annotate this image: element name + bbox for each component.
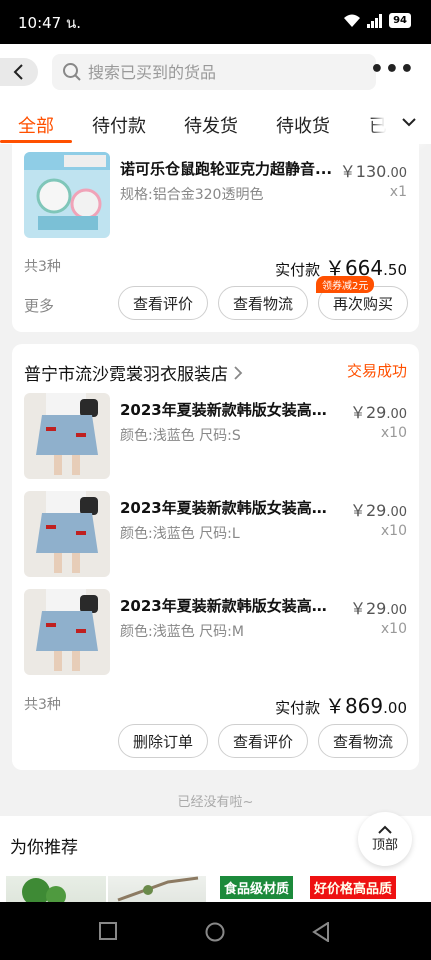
price-integer: ￥130 — [339, 162, 387, 181]
battery-icon: 94 — [389, 13, 411, 28]
tab-pending-payment[interactable]: 待付款 — [92, 112, 146, 138]
total-label: 实付款 — [275, 699, 321, 717]
recommend-product-image[interactable] — [108, 876, 206, 902]
chevron-up-icon — [378, 825, 392, 834]
end-of-list-text: 已经没有啦~ — [177, 795, 254, 810]
delete-order-button[interactable]: 删除订单 — [118, 724, 208, 758]
back-button[interactable] — [0, 58, 38, 86]
recommend-tag: 好价格高品质 — [310, 876, 397, 899]
price-integer: ￥29 — [349, 403, 387, 422]
product-title: 2023年夏装新款韩版女装高腰... — [120, 597, 340, 615]
more-options-icon[interactable]: ••• — [370, 58, 415, 82]
wifi-icon — [344, 14, 361, 27]
shop-name: 普宁市流沙霓裳羽衣服装店 — [24, 365, 228, 385]
total-decimal: .50 — [383, 261, 407, 279]
price-integer: ￥29 — [349, 599, 387, 618]
home-icon[interactable] — [205, 922, 225, 942]
order-card[interactable]: 诺可乐仓鼠跑轮亚克力超静音... 规格:铝合金320透明色 ￥130.00 x1… — [12, 144, 419, 332]
product-thumbnail[interactable] — [24, 491, 110, 577]
active-tab-indicator — [0, 140, 72, 143]
view-logistics-button[interactable]: 查看物流 — [318, 724, 408, 758]
search-input[interactable] — [88, 62, 358, 82]
product-price: ￥29.00 — [350, 399, 407, 423]
recommend-title: 为你推荐 — [10, 838, 78, 858]
product-price: ￥29.00 — [350, 595, 407, 619]
tab-pending-receipt[interactable]: 待收货 — [276, 112, 330, 138]
total-paid: 实付款 ￥869.00 — [275, 690, 407, 719]
view-review-button[interactable]: 查看评价 — [118, 286, 208, 320]
total-integer: ￥869 — [324, 694, 384, 718]
product-quantity: x10 — [380, 523, 407, 539]
search-bar[interactable] — [52, 54, 376, 90]
product-price: ￥130.00 — [340, 158, 407, 182]
tab-all[interactable]: 全部 — [18, 112, 54, 138]
coupon-badge: 领券减2元 — [316, 276, 375, 293]
product-spec: 颜色:浅蓝色 尺码:S — [120, 428, 241, 444]
order-item[interactable]: 2023年夏装新款韩版女装高腰... 颜色:浅蓝色 尺码:S ￥29.00 x1… — [12, 393, 419, 481]
chevron-right-icon — [234, 365, 243, 380]
price-decimal: .00 — [386, 407, 407, 422]
product-quantity: x10 — [380, 621, 407, 637]
price-decimal: .00 — [386, 603, 407, 618]
product-title: 诺可乐仓鼠跑轮亚克力超静音... — [120, 160, 333, 178]
denim-skirt-image — [24, 589, 110, 675]
order-tabs: 全部 待付款 待发货 待收货 已 — [0, 100, 431, 144]
recommend-products: 食品级材质 好价格高品质 — [0, 874, 431, 902]
tab-pending-shipment[interactable]: 待发货 — [184, 112, 238, 138]
plant-image — [22, 878, 66, 902]
total-decimal: .00 — [383, 699, 407, 717]
tab-more[interactable]: 已 — [369, 112, 387, 138]
order-item[interactable]: 2023年夏装新款韩版女装高腰... 颜色:浅蓝色 尺码:L ￥29.00 x1… — [12, 491, 419, 579]
search-icon — [63, 63, 81, 81]
product-quantity: x10 — [380, 425, 407, 441]
order-status: 交易成功 — [346, 362, 407, 380]
back-nav-icon[interactable] — [312, 922, 330, 942]
product-thumbnail[interactable] — [24, 152, 110, 238]
product-spec: 规格:铝合金320透明色 — [120, 187, 264, 203]
denim-skirt-image — [24, 491, 110, 577]
tabs-expand-button[interactable] — [387, 100, 431, 144]
order-item[interactable]: 诺可乐仓鼠跑轮亚克力超静音... 规格:铝合金320透明色 ￥130.00 x1 — [12, 152, 419, 240]
navigation-bar — [0, 902, 431, 960]
order-item[interactable]: 2023年夏装新款韩版女装高腰... 颜色:浅蓝色 尺码:M ￥29.00 x1… — [12, 589, 419, 677]
branch-image — [117, 876, 199, 902]
chevron-down-icon — [402, 118, 416, 127]
shop-name-link[interactable]: 普宁市流沙霓裳羽衣服装店 — [24, 360, 243, 385]
item-count: 共3种 — [24, 259, 61, 275]
product-thumbnail[interactable] — [24, 393, 110, 479]
status-icons: 94 — [343, 13, 411, 28]
back-to-top-label: 顶部 — [371, 838, 398, 853]
status-time: 10:47 น. — [18, 14, 82, 32]
recommend-tag: 食品级材质 — [220, 876, 294, 899]
more-link[interactable]: 更多 — [24, 295, 54, 316]
price-decimal: .00 — [386, 166, 407, 181]
denim-skirt-image — [24, 393, 110, 479]
product-thumbnail[interactable] — [24, 589, 110, 675]
price-integer: ￥29 — [349, 501, 387, 520]
view-logistics-button[interactable]: 查看物流 — [218, 286, 308, 320]
header: ••• — [0, 44, 431, 100]
order-card[interactable]: 普宁市流沙霓裳羽衣服装店 交易成功 2023年夏装新款韩版女装高腰... 颜色:… — [12, 344, 419, 770]
product-title: 2023年夏装新款韩版女装高腰... — [120, 401, 340, 419]
recent-apps-icon[interactable] — [99, 922, 117, 940]
back-arrow-icon — [13, 64, 23, 80]
status-bar: 10:47 น. 94 — [0, 0, 431, 44]
product-spec: 颜色:浅蓝色 尺码:M — [120, 624, 244, 640]
product-title: 2023年夏装新款韩版女装高腰... — [120, 499, 340, 517]
total-label: 实付款 — [275, 261, 321, 279]
item-count: 共3种 — [24, 697, 61, 713]
view-review-button[interactable]: 查看评价 — [218, 724, 308, 758]
price-decimal: .00 — [386, 505, 407, 520]
recommend-product-image[interactable] — [6, 876, 106, 902]
hamster-wheel-image — [24, 152, 110, 238]
back-to-top-button[interactable]: 顶部 — [358, 812, 412, 866]
product-spec: 颜色:浅蓝色 尺码:L — [120, 526, 240, 542]
signal-icon — [367, 13, 383, 28]
product-price: ￥29.00 — [350, 497, 407, 521]
product-quantity: x1 — [389, 184, 407, 200]
